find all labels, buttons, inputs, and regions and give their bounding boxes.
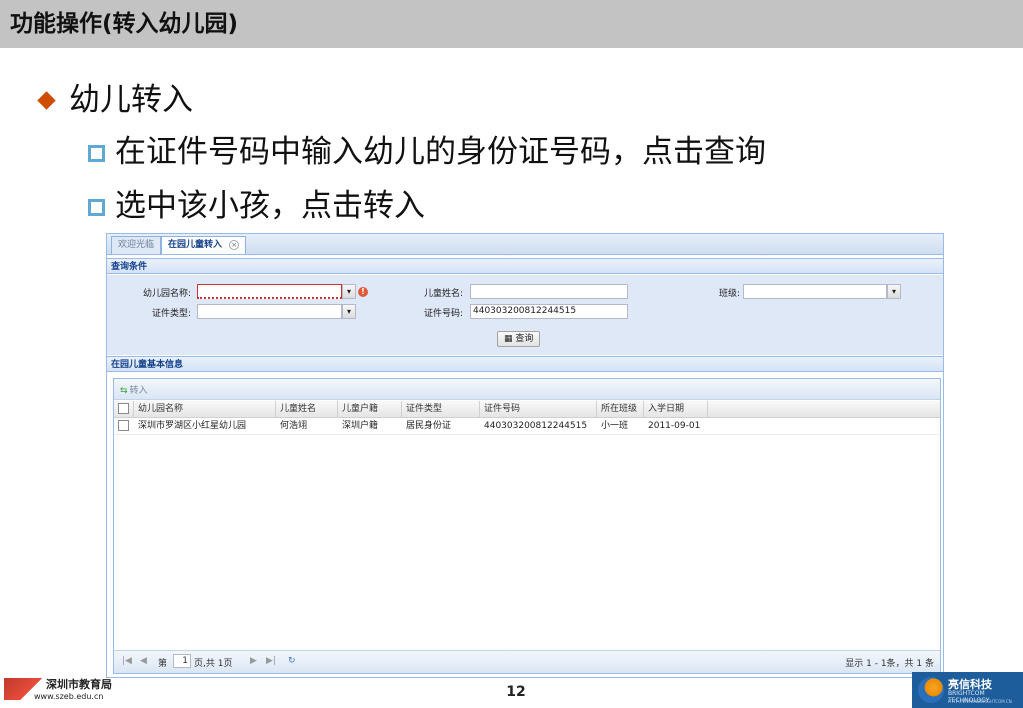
bullet-level2: 选中该小孩，点击转入 bbox=[88, 186, 425, 226]
error-icon: ! bbox=[358, 287, 368, 297]
pager: |◀ ◀ 第 1 页,共 1页 ▶ ▶| ↻ 显示 1 - 1条，共 1 条 bbox=[114, 650, 940, 673]
child-name-input[interactable] bbox=[470, 284, 628, 299]
slide-header: 功能操作(转入幼儿园) bbox=[0, 0, 1023, 48]
square-bullet-icon bbox=[88, 198, 105, 216]
child-name-label: 儿童姓名: bbox=[423, 289, 463, 299]
tab-bar: 欢迎光临 在园儿童转入 × bbox=[107, 234, 943, 255]
page-suffix: 页,共 1页 bbox=[194, 659, 233, 669]
app-window: 欢迎光临 在园儿童转入 × 查询条件 幼儿园名称: ▾ ! 儿童姓名: 班级: … bbox=[106, 233, 944, 678]
query-panel-header: 查询条件 bbox=[107, 258, 943, 274]
class-label: 班级: bbox=[718, 289, 740, 299]
bullet-text: 选中该小孩，点击转入 bbox=[115, 188, 425, 224]
id-type-combo[interactable] bbox=[197, 304, 342, 319]
cell-class: 小一班 bbox=[601, 421, 629, 431]
cell-id-number: 440303200812244515 bbox=[484, 421, 588, 431]
child-grid: ⇆ 转入 幼儿园名称 儿童姓名 儿童户籍 证件类型 证件号码 所在班级 入学日期 … bbox=[113, 378, 941, 674]
cell-child-name: 何浩翊 bbox=[280, 421, 308, 431]
bullet-text: 幼儿转入 bbox=[69, 82, 193, 118]
info-panel-header: 在园儿童基本信息 bbox=[107, 356, 943, 372]
footer-left-org: 深圳市教育局 bbox=[46, 678, 112, 691]
row-checkbox[interactable] bbox=[114, 418, 134, 434]
slide-title: 功能操作(转入幼儿园) bbox=[10, 11, 239, 37]
grid-toolbar: ⇆ 转入 bbox=[114, 379, 940, 400]
bullet-text: 在证件号码中输入幼儿的身份证号码，点击查询 bbox=[115, 134, 766, 170]
column-header[interactable]: 幼儿园名称 bbox=[134, 401, 276, 417]
grid-header: 幼儿园名称 儿童姓名 儿童户籍 证件类型 证件号码 所在班级 入学日期 bbox=[114, 401, 940, 418]
column-header[interactable]: 证件类型 bbox=[402, 401, 480, 417]
next-page-icon[interactable]: ▶ bbox=[250, 656, 257, 666]
page-number-input[interactable]: 1 bbox=[173, 654, 191, 668]
tab-label: 在园儿童转入 bbox=[168, 240, 223, 250]
id-number-input[interactable]: 440303200812244515 bbox=[470, 304, 628, 319]
column-header[interactable]: 入学日期 bbox=[644, 401, 708, 417]
table-row[interactable]: 深圳市罗湖区小红星幼儿园 何浩翊 深圳户籍 居民身份证 440303200812… bbox=[114, 418, 940, 435]
transfer-icon: ⇆ bbox=[120, 386, 128, 396]
transfer-button-label: 转入 bbox=[129, 386, 148, 396]
diamond-bullet-icon bbox=[37, 90, 56, 110]
last-page-icon[interactable]: ▶| bbox=[266, 656, 276, 666]
select-all-checkbox[interactable] bbox=[114, 401, 134, 417]
chevron-down-icon[interactable]: ▾ bbox=[342, 284, 356, 299]
bullet-level2: 在证件号码中输入幼儿的身份证号码，点击查询 bbox=[88, 132, 766, 172]
first-page-icon[interactable]: |◀ bbox=[122, 656, 132, 666]
chevron-down-icon[interactable]: ▾ bbox=[887, 284, 901, 299]
footer-left-logo: 深圳市教育局 www.szeb.edu.cn bbox=[4, 672, 128, 706]
kindergarten-label: 幼儿园名称: bbox=[142, 289, 191, 299]
footer-right-url: HTTP://WWW.SZBRIGHTCOM.CN bbox=[948, 699, 1012, 704]
tab-child-transfer[interactable]: 在园儿童转入 × bbox=[161, 236, 247, 254]
page-number: 12 bbox=[506, 684, 526, 700]
cell-id-type: 居民身份证 bbox=[406, 421, 452, 431]
tab-welcome[interactable]: 欢迎光临 bbox=[111, 236, 162, 254]
footer-left-url: www.szeb.edu.cn bbox=[34, 692, 104, 701]
class-combo[interactable] bbox=[743, 284, 887, 299]
column-header[interactable]: 儿童姓名 bbox=[276, 401, 338, 417]
id-number-label: 证件号码: bbox=[423, 309, 463, 319]
column-header[interactable]: 证件号码 bbox=[480, 401, 597, 417]
query-form: 幼儿园名称: ▾ ! 儿童姓名: 班级: ▾ 证件类型: ▾ 证件号码: 440… bbox=[107, 275, 943, 355]
close-icon[interactable]: × bbox=[229, 240, 240, 250]
kindergarten-combo[interactable] bbox=[197, 284, 342, 299]
square-bullet-icon bbox=[88, 144, 105, 162]
column-header[interactable]: 儿童户籍 bbox=[338, 401, 402, 417]
chevron-down-icon[interactable]: ▾ bbox=[342, 304, 356, 319]
id-type-label: 证件类型: bbox=[151, 309, 191, 319]
search-icon: ▦ bbox=[504, 334, 513, 344]
refresh-icon[interactable]: ↻ bbox=[288, 656, 296, 666]
bullet-level1: 幼儿转入 bbox=[37, 80, 193, 120]
cell-enroll-date: 2011-09-01 bbox=[648, 421, 701, 431]
brightcom-logo-icon bbox=[918, 677, 944, 703]
cell-household: 深圳户籍 bbox=[342, 421, 379, 431]
page-prefix: 第 bbox=[158, 659, 168, 669]
footer-right-logo: 亮信科技 BRIGHTCOM TECHNOLOGY HTTP://WWW.SZB… bbox=[912, 672, 1023, 708]
cell-kindergarten: 深圳市罗湖区小红星幼儿园 bbox=[138, 421, 247, 431]
transfer-button[interactable]: ⇆ 转入 bbox=[120, 383, 148, 396]
tab-label: 欢迎光临 bbox=[118, 240, 155, 250]
search-button-label: 查询 bbox=[515, 334, 534, 344]
pager-summary: 显示 1 - 1条，共 1 条 bbox=[845, 659, 934, 669]
search-button[interactable]: ▦ 查询 bbox=[497, 331, 541, 347]
column-header[interactable]: 所在班级 bbox=[597, 401, 644, 417]
prev-page-icon[interactable]: ◀ bbox=[140, 656, 147, 666]
